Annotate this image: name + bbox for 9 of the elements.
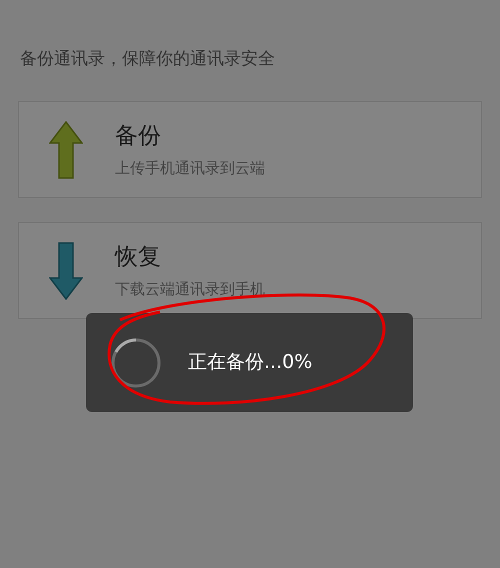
card-title: 恢复	[115, 242, 162, 270]
progress-message: 正在备份...0%	[188, 350, 312, 376]
down-arrow-icon	[49, 242, 83, 300]
header-text: 备份通讯录，保障你的通讯录安全	[20, 48, 276, 71]
action-card[interactable]: 备份 上传手机通讯录到云端	[18, 101, 482, 198]
card-title: 备份	[115, 122, 162, 150]
spinner-icon	[110, 336, 162, 388]
card-subtitle: 上传手机通讯录到云端	[115, 158, 265, 178]
up-arrow-icon	[49, 120, 83, 178]
